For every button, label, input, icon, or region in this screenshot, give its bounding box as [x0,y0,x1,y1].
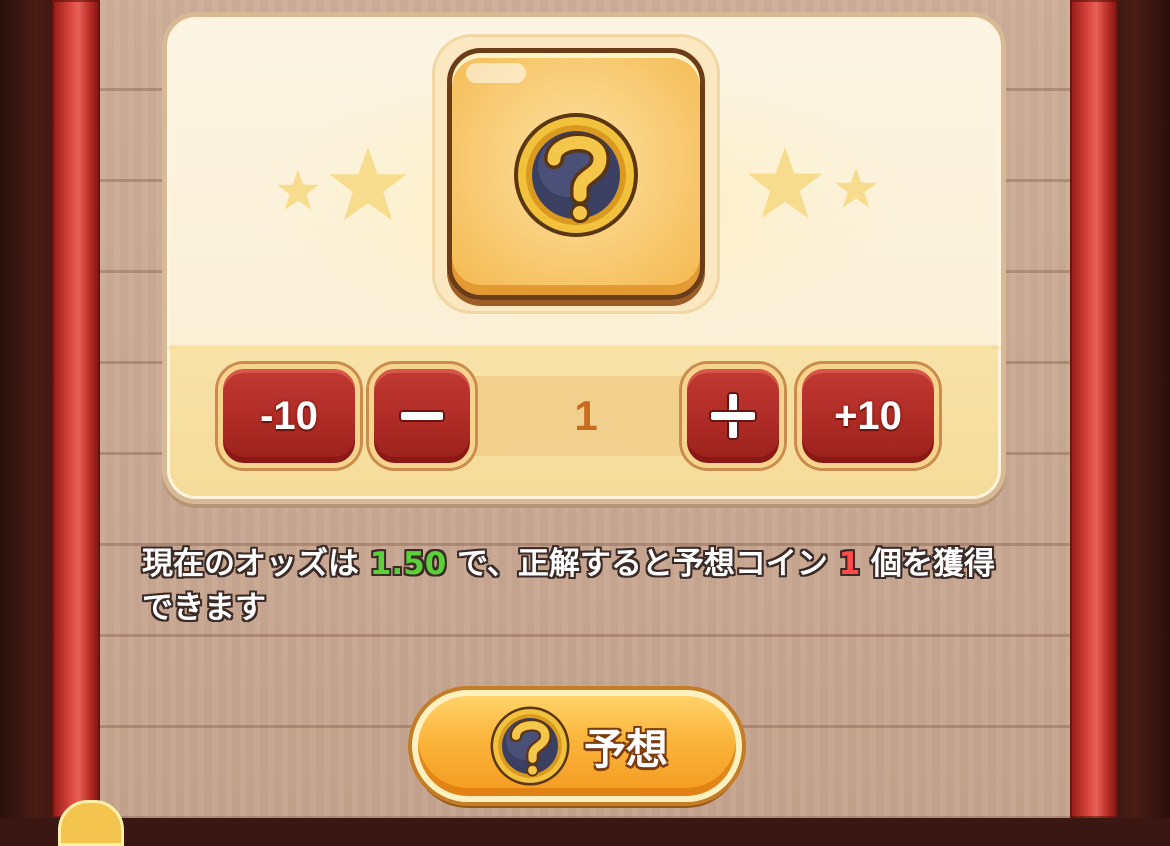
star-icon [747,147,823,219]
frame-left [0,0,60,818]
frame-right [1110,0,1170,818]
description-text: で、正解すると予想コイン [446,546,839,582]
star-icon [276,169,320,210]
minus-10-button[interactable]: -10 [218,364,360,468]
predict-button-label: 予想 [584,725,669,774]
minus-button[interactable] [369,364,475,468]
quantity-value: 1 [574,392,598,439]
star-icon [834,167,878,208]
mystery-coin-icon [514,113,638,237]
plus-icon [709,392,757,440]
coin-count: 1 [838,546,861,582]
mystery-coin-icon [490,706,570,786]
star-icon [329,147,407,220]
predict-button[interactable]: 予想 [412,690,742,802]
card-divider [167,347,1001,349]
odds-value: 1.50 [369,546,447,582]
minus-icon [399,410,445,422]
item-shine [466,63,526,83]
odds-description: 現在のオッズは 1.50 で、正解すると予想コイン 1 個を獲得できます [142,542,1022,630]
pillar-left [52,0,100,818]
item-slot[interactable] [447,48,705,300]
plus-10-button[interactable]: +10 [797,364,939,468]
description-text: 現在のオッズは [142,546,370,582]
corner-coin-icon [58,800,124,846]
pillar-right [1070,0,1118,818]
plus-button[interactable] [682,364,784,468]
